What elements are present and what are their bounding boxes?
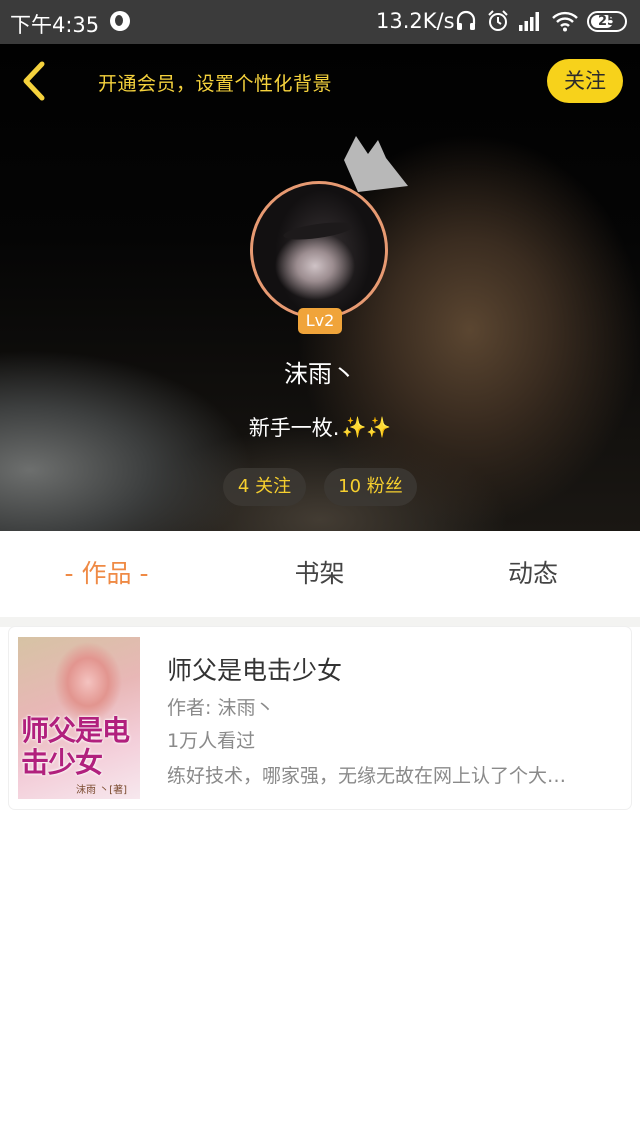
signal-icon <box>518 8 542 34</box>
book-cover[interactable]: 师父是电击少女 沫雨 丶[著] <box>18 637 140 799</box>
content-divider <box>0 617 640 627</box>
chevron-left-icon <box>23 61 45 101</box>
profile-tabs: - 作品 - 书架 动态 <box>0 531 640 618</box>
following-count-button[interactable]: 4 关注 <box>223 468 306 506</box>
follow-button[interactable]: 关注 <box>547 59 623 103</box>
globe-icon <box>110 11 130 31</box>
cover-author: 沫雨 丶[著] <box>76 785 127 796</box>
bio-text: 新手一枚. <box>248 416 340 440</box>
headphones-icon <box>455 8 477 34</box>
book-views: 1万人看过 <box>167 730 256 752</box>
book-title[interactable]: 师父是电击少女 <box>167 651 342 687</box>
cover-title: 师父是电击少女 <box>21 714 130 779</box>
battery-level: 25 <box>597 14 617 29</box>
network-speed: 13.2K/s <box>376 9 455 33</box>
followers-count-button[interactable]: 10 粉丝 <box>324 468 417 506</box>
status-bar: 下午4:35 13.2K/s 25 <box>0 0 640 44</box>
bio-row: 新手一枚. ✨✨ <box>0 412 640 442</box>
member-banner-link[interactable]: 开通会员，设置个性化背景 <box>98 69 332 96</box>
tab-bookshelf[interactable]: 书架 <box>213 531 426 617</box>
book-author: 作者: 沫雨丶 <box>167 697 275 719</box>
username: 沫雨丶 <box>284 360 356 388</box>
avatar[interactable] <box>250 181 388 319</box>
book-card[interactable]: 师父是电击少女 沫雨 丶[著] 师父是电击少女 作者: 沫雨丶 1万人看过 练好… <box>9 627 631 809</box>
back-button[interactable] <box>12 56 58 106</box>
tab-works[interactable]: - 作品 - <box>0 531 213 617</box>
battery-icon: 25 <box>587 11 627 32</box>
profile-header: 下午4:35 13.2K/s 25 开通会员，设置个性化背景 关注 Lv2 沫雨… <box>0 0 640 531</box>
book-description: 练好技术，哪家强，无缘无故在网上认了个大… <box>167 765 567 787</box>
alarm-icon <box>486 8 510 34</box>
level-badge: Lv2 <box>298 308 342 334</box>
status-time: 下午4:35 <box>10 13 100 37</box>
sparkle-emoji: ✨✨ <box>341 415 392 439</box>
tab-activity[interactable]: 动态 <box>426 531 640 617</box>
wifi-icon <box>552 8 578 34</box>
